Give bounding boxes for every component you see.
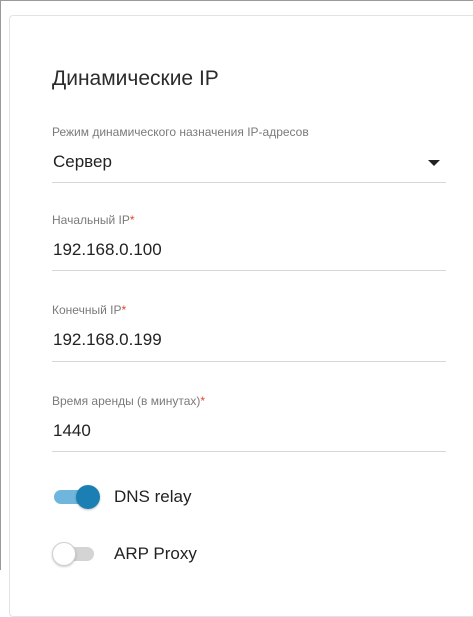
lease-time-field[interactable]: Время аренды (в минутах)* 1440 [52,394,446,454]
end-ip-input[interactable]: 192.168.0.199 [53,330,162,350]
section-title: Динамические IP [52,67,219,90]
lease-time-input[interactable]: 1440 [53,421,91,441]
end-ip-underline [52,361,446,362]
caret-down-icon[interactable] [428,160,440,166]
mode-select[interactable]: Режим динамического назначения IP-адресо… [52,125,446,185]
dns-relay-toggle[interactable] [52,485,102,509]
lease-time-label: Время аренды (в минутах)* [52,394,206,408]
end-ip-field[interactable]: Конечный IP* 192.168.0.199 [52,303,446,363]
arp-proxy-label: ARP Proxy [114,544,197,563]
arp-proxy-knob [52,542,76,566]
mode-value: Сервер [53,152,112,171]
start-ip-underline [52,270,446,271]
start-ip-label: Начальный IP* [52,213,135,227]
arp-proxy-toggle[interactable] [52,542,102,566]
dns-relay-knob [76,485,100,509]
window-frame: Динамические IP Режим динамического назн… [0,0,473,617]
end-ip-label: Конечный IP* [52,303,127,317]
mode-label: Режим динамического назначения IP-адресо… [52,125,309,139]
start-ip-field[interactable]: Начальный IP* 192.168.0.100 [52,213,446,273]
dns-relay-label: DNS relay [114,487,192,506]
mode-underline [52,182,446,183]
start-ip-input[interactable]: 192.168.0.100 [53,240,162,260]
lease-time-underline [52,451,446,452]
